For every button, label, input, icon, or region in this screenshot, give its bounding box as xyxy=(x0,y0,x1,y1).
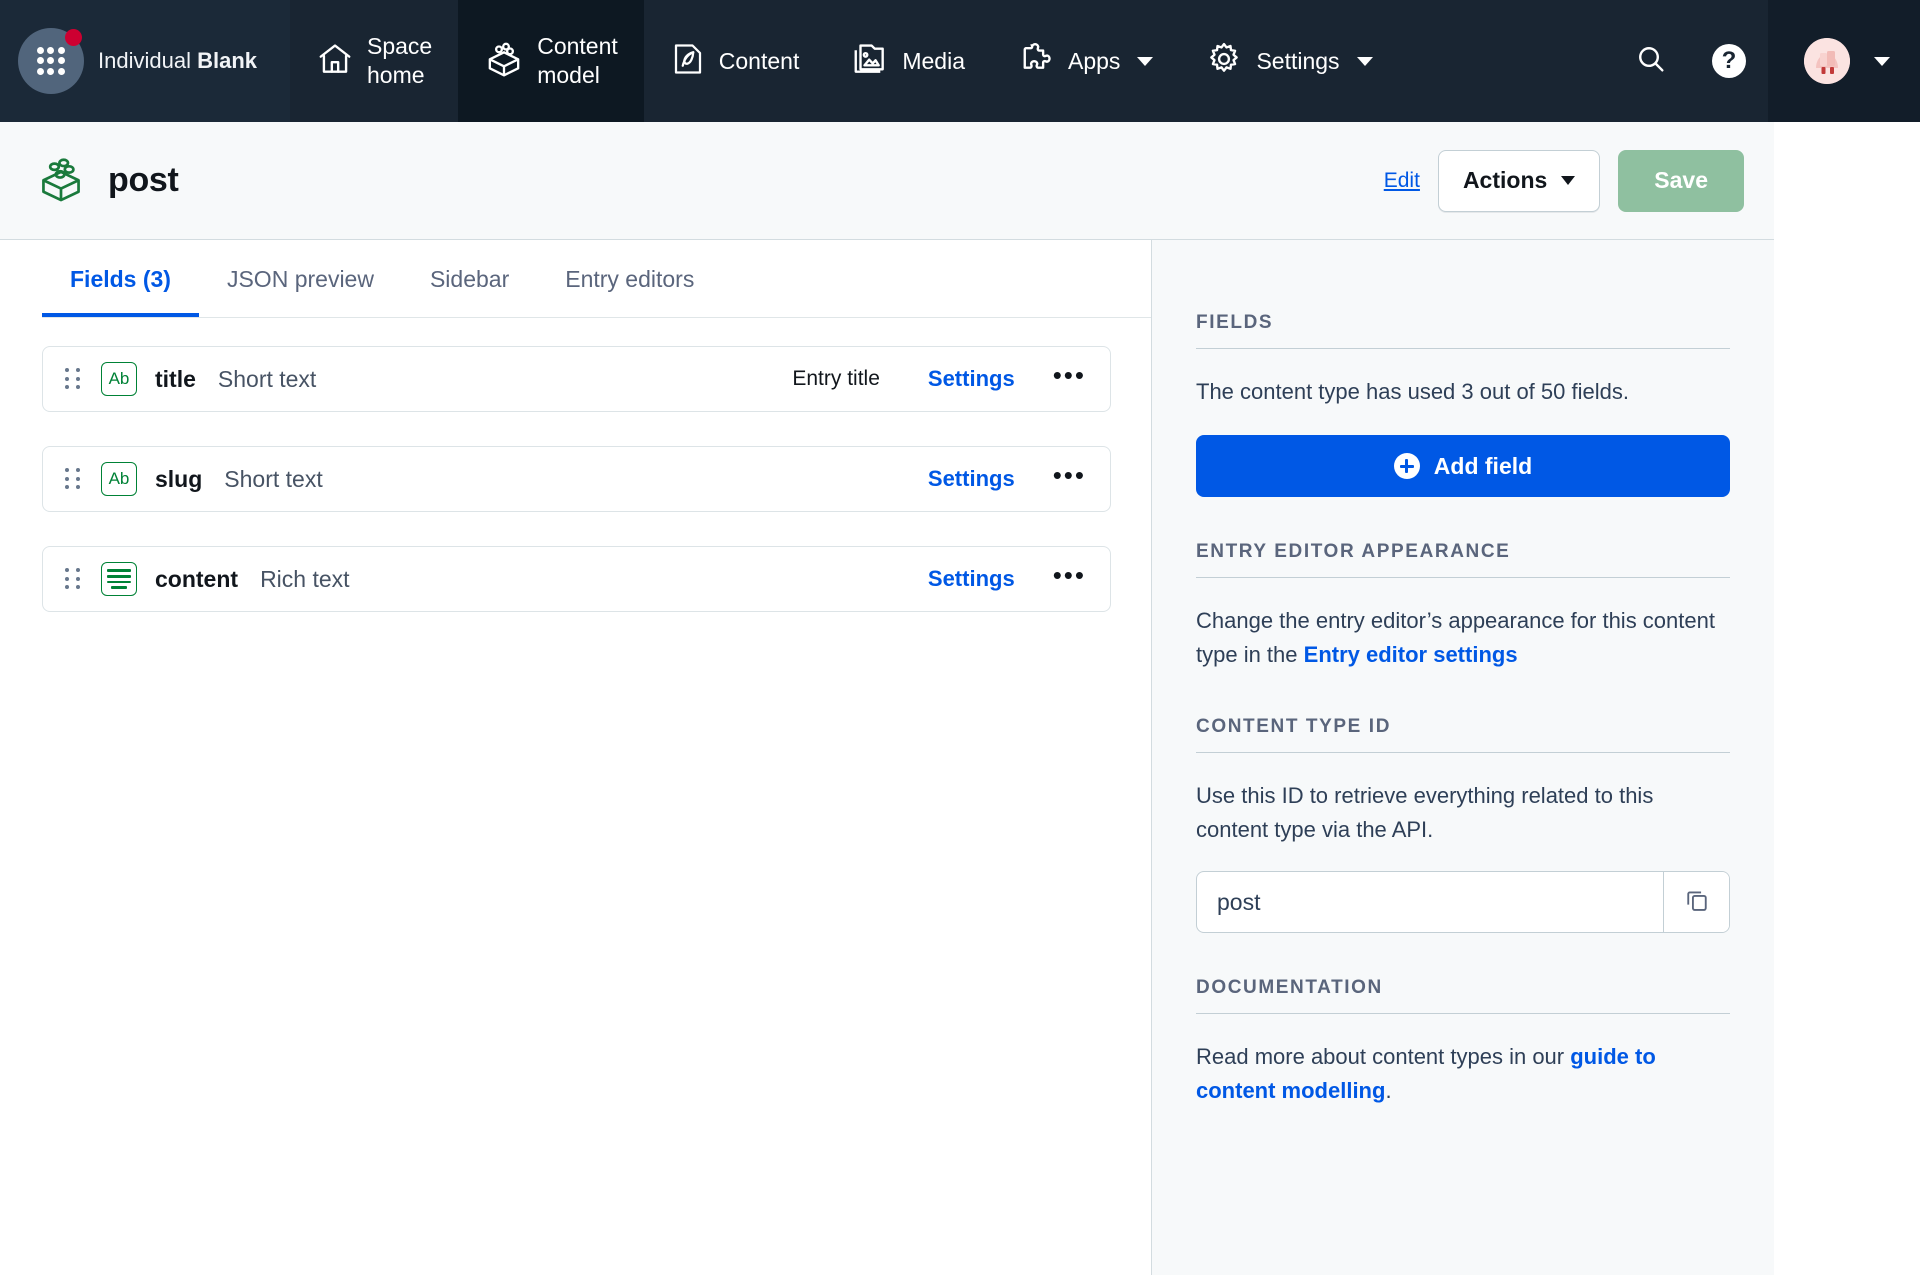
content-pen-icon xyxy=(670,41,706,82)
plus-circle-icon xyxy=(1393,453,1420,479)
nav-item-content[interactable]: Content xyxy=(644,0,826,122)
field-more-actions-icon[interactable]: ••• xyxy=(1053,462,1086,488)
tab-entry-editors[interactable]: Entry editors xyxy=(537,240,722,317)
table-row[interactable]: Ab slug Short text Settings ••• xyxy=(42,446,1111,512)
nav-item-media-label: Media xyxy=(902,47,965,74)
page-header: post Edit Actions Save xyxy=(0,122,1774,240)
sidebar-content-type-id-description: Use this ID to retrieve everything relat… xyxy=(1196,783,1654,842)
nav-item-content-model[interactable]: Content model xyxy=(458,0,644,122)
user-menu[interactable] xyxy=(1768,0,1920,122)
sidebar-section-content-type-id: CONTENT TYPE ID Use this ID to retrieve … xyxy=(1196,716,1730,933)
short-text-type-icon: Ab xyxy=(101,362,137,396)
nav-item-space-home[interactable]: Space home xyxy=(290,0,458,122)
sidebar-entry-editor-heading: ENTRY EDITOR APPEARANCE xyxy=(1196,541,1730,578)
page-body: Fields (3) JSON preview Sidebar Entry ed… xyxy=(0,240,1774,1275)
field-list: Ab title Short text Entry title Settings… xyxy=(0,318,1151,612)
add-field-button-label: Add field xyxy=(1433,452,1533,479)
field-type: Short text xyxy=(224,465,323,492)
sidebar-fields-heading: FIELDS xyxy=(1196,312,1730,349)
actions-button[interactable]: Actions xyxy=(1437,149,1601,212)
nav-item-content-model-label: Content model xyxy=(537,33,618,88)
nav-item-apps[interactable]: Apps xyxy=(991,0,1179,122)
page-title: post xyxy=(108,161,179,199)
drag-handle-icon[interactable] xyxy=(65,568,81,590)
puzzle-icon xyxy=(1017,40,1055,83)
sidebar-entry-editor-description: Change the entry editor’s appearance for… xyxy=(1196,604,1730,672)
add-field-button[interactable]: Add field xyxy=(1196,435,1730,497)
user-avatar-icon xyxy=(1804,38,1850,84)
nav-item-space-home-label: Space home xyxy=(367,33,433,88)
tab-json-preview[interactable]: JSON preview xyxy=(199,240,402,317)
edit-link[interactable]: Edit xyxy=(1384,169,1420,193)
sidebar-content-type-id-heading: CONTENT TYPE ID xyxy=(1196,716,1730,753)
field-type: Short text xyxy=(217,365,317,392)
sidebar-documentation-heading: DOCUMENTATION xyxy=(1196,977,1730,1014)
actions-button-label: Actions xyxy=(1462,167,1548,193)
notification-dot-icon xyxy=(65,29,82,46)
nav-item-content-label: Content xyxy=(718,47,800,74)
chevron-down-icon xyxy=(1356,56,1373,66)
content-type-id-input[interactable] xyxy=(1197,872,1663,932)
sidebar-fields-description: The content type has used 3 out of 50 fi… xyxy=(1196,379,1629,404)
sidebar-section-documentation: DOCUMENTATION Read more about content ty… xyxy=(1196,977,1730,1108)
help-question-icon: ? xyxy=(1712,44,1746,78)
organization-logo-wrapper xyxy=(18,28,84,94)
organization-name-line1: Individual xyxy=(98,48,191,73)
media-image-icon xyxy=(851,40,889,83)
field-name: title xyxy=(155,365,196,392)
field-more-actions-icon[interactable]: ••• xyxy=(1053,362,1086,388)
field-settings-link[interactable]: Settings xyxy=(928,466,1015,492)
search-button[interactable] xyxy=(1612,0,1690,122)
drag-handle-icon[interactable] xyxy=(65,368,81,390)
chevron-down-icon xyxy=(1874,56,1890,66)
nav-items: Space home Content model Content Media A… xyxy=(290,0,1612,122)
organization-name: Individual Blank xyxy=(98,46,257,76)
nav-right-actions: ? xyxy=(1612,0,1920,122)
copy-button[interactable] xyxy=(1663,872,1729,932)
documentation-text-after: . xyxy=(1385,1078,1392,1103)
content-type-tabs: Fields (3) JSON preview Sidebar Entry ed… xyxy=(42,240,1151,318)
search-icon xyxy=(1634,42,1668,81)
organization-switcher[interactable]: Individual Blank xyxy=(0,0,290,122)
nav-item-media[interactable]: Media xyxy=(825,0,991,122)
chevron-down-icon xyxy=(1561,176,1576,185)
field-more-actions-icon[interactable]: ••• xyxy=(1053,562,1086,588)
sidebar-documentation-description: Read more about content types in our gui… xyxy=(1196,1040,1730,1108)
table-row[interactable]: Ab title Short text Entry title Settings… xyxy=(42,346,1111,412)
drag-handle-icon[interactable] xyxy=(65,468,81,490)
entry-editor-settings-link[interactable]: Entry editor settings xyxy=(1304,642,1518,667)
save-button[interactable]: Save xyxy=(1618,149,1744,212)
content-type-id-field xyxy=(1196,871,1730,933)
table-row[interactable]: content Rich text Settings ••• xyxy=(42,546,1111,612)
top-navigation-bar: Individual Blank Space home Content mode… xyxy=(0,0,1920,122)
rich-text-type-icon xyxy=(101,562,137,596)
field-name: slug xyxy=(155,465,203,492)
home-icon xyxy=(316,40,354,83)
sidebar-section-fields: FIELDS The content type has used 3 out o… xyxy=(1196,312,1730,497)
documentation-text-before: Read more about content types in our xyxy=(1196,1044,1571,1069)
nav-item-apps-label: Apps xyxy=(1068,47,1121,74)
field-settings-link[interactable]: Settings xyxy=(928,566,1015,592)
content-model-icon xyxy=(484,39,524,84)
tab-fields[interactable]: Fields (3) xyxy=(42,240,199,317)
field-name: content xyxy=(155,565,239,592)
short-text-type-icon: Ab xyxy=(101,462,137,496)
help-button[interactable]: ? xyxy=(1690,0,1768,122)
chevron-down-icon xyxy=(1137,56,1154,66)
organization-name-line2: Blank xyxy=(197,48,257,73)
main-column: Fields (3) JSON preview Sidebar Entry ed… xyxy=(0,240,1151,1275)
nav-item-settings[interactable]: Settings xyxy=(1179,0,1398,122)
content-type-block-icon xyxy=(34,151,88,210)
nav-item-settings-label: Settings xyxy=(1256,47,1340,74)
save-button-label: Save xyxy=(1654,167,1708,193)
field-type: Rich text xyxy=(260,565,350,592)
tab-sidebar[interactable]: Sidebar xyxy=(402,240,537,317)
field-settings-link[interactable]: Settings xyxy=(928,366,1015,392)
header-actions: Edit Actions Save xyxy=(1384,149,1744,212)
sidebar-section-entry-editor-appearance: ENTRY EDITOR APPEARANCE Change the entry… xyxy=(1196,541,1730,672)
copy-icon xyxy=(1683,886,1711,919)
gear-icon xyxy=(1205,40,1243,83)
entry-title-badge: Entry title xyxy=(792,367,880,390)
content-type-sidebar: FIELDS The content type has used 3 out o… xyxy=(1151,240,1774,1275)
